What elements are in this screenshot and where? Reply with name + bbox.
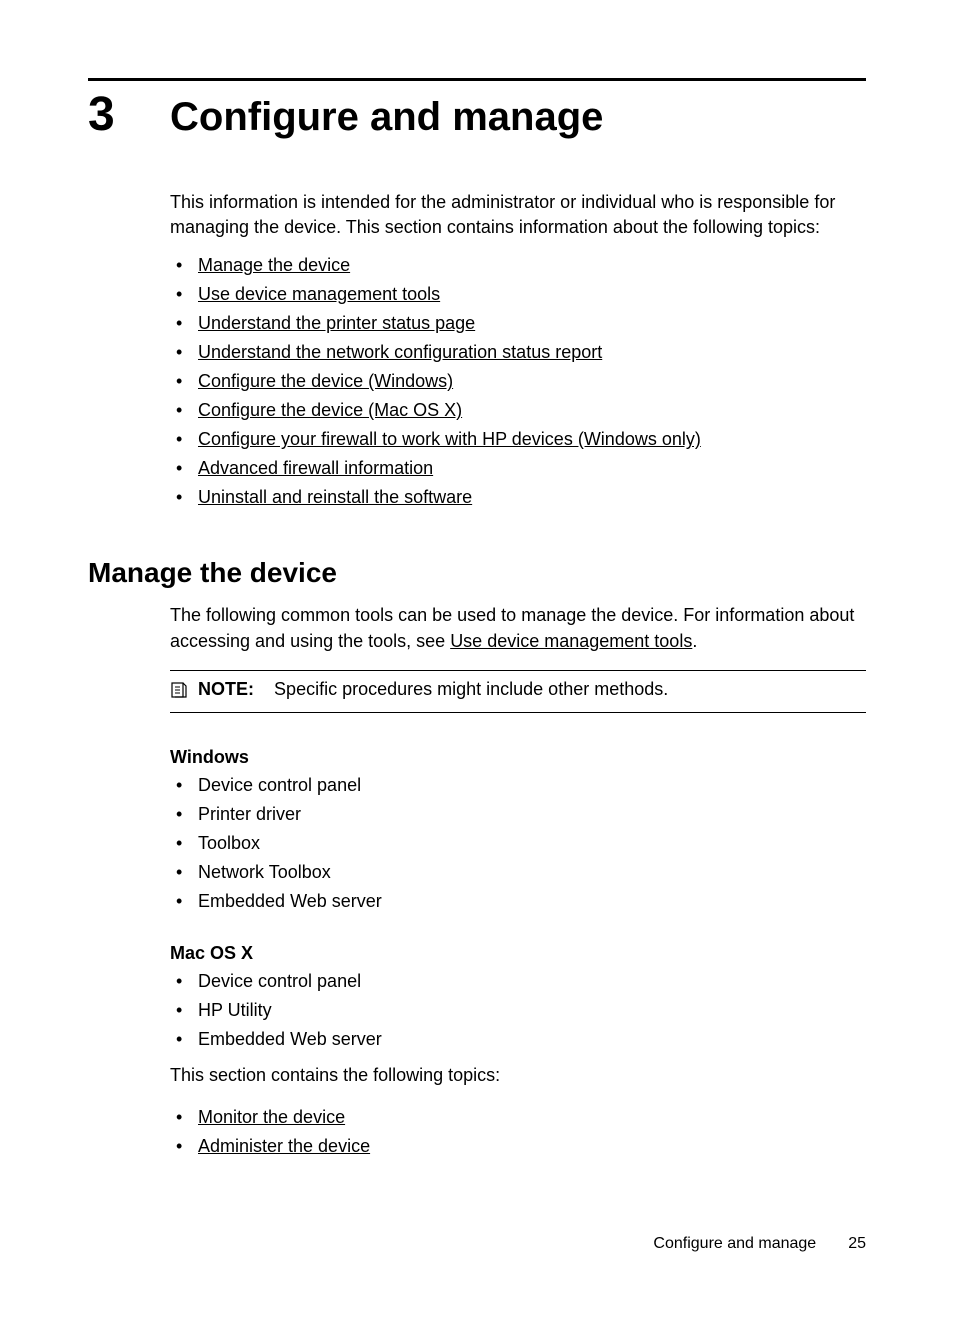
list-item: Configure the device (Mac OS X) — [170, 397, 866, 424]
section-topics-list: Monitor the device Administer the device — [170, 1104, 866, 1160]
list-item: Uninstall and reinstall the software — [170, 484, 866, 511]
list-item: Understand the network configuration sta… — [170, 339, 866, 366]
topic-link-administer[interactable]: Administer the device — [198, 1136, 370, 1156]
list-item: Configure the device (Windows) — [170, 368, 866, 395]
footer-label: Configure and manage — [653, 1235, 816, 1253]
chapter-body: This information is intended for the adm… — [170, 190, 866, 511]
topics-intro: This section contains the following topi… — [170, 1063, 866, 1088]
chapter-title: Configure and manage — [170, 95, 603, 140]
chapter-intro: This information is intended for the adm… — [170, 190, 866, 240]
list-item: Printer driver — [170, 801, 866, 828]
page-footer: Configure and manage 25 — [653, 1235, 866, 1253]
chapter-toc: Manage the device Use device management … — [170, 252, 866, 511]
note-content: NOTE: Specific procedures might include … — [198, 679, 668, 700]
list-item: Understand the printer status page — [170, 310, 866, 337]
list-item: Configure your firewall to work with HP … — [170, 426, 866, 453]
chapter-header: 3 Configure and manage — [88, 87, 866, 142]
list-item: Embedded Web server — [170, 1026, 866, 1053]
chapter-rule — [88, 78, 866, 81]
toc-link-uninstall[interactable]: Uninstall and reinstall the software — [198, 487, 472, 507]
list-item: Device control panel — [170, 968, 866, 995]
toc-link-firewall[interactable]: Configure your firewall to work with HP … — [198, 429, 701, 449]
inline-link-use-tools[interactable]: Use device management tools — [450, 631, 692, 651]
toc-link-configure-mac[interactable]: Configure the device (Mac OS X) — [198, 400, 462, 420]
note-icon — [170, 681, 188, 704]
chapter-number: 3 — [88, 87, 170, 142]
subheading-windows: Windows — [170, 747, 866, 768]
toc-link-manage-device[interactable]: Manage the device — [198, 255, 350, 275]
note-text: Specific procedures might include other … — [274, 679, 668, 699]
section-intro-post: . — [692, 631, 697, 651]
toc-link-advanced-firewall[interactable]: Advanced firewall information — [198, 458, 433, 478]
section-heading-manage-device: Manage the device — [88, 557, 866, 589]
list-item: Network Toolbox — [170, 859, 866, 886]
page-number: 25 — [848, 1235, 866, 1253]
list-item: Monitor the device — [170, 1104, 866, 1131]
section-body: The following common tools can be used t… — [170, 603, 866, 1160]
list-item: Embedded Web server — [170, 888, 866, 915]
list-item: Use device management tools — [170, 281, 866, 308]
toc-link-use-tools[interactable]: Use device management tools — [198, 284, 440, 304]
windows-tools-list: Device control panel Printer driver Tool… — [170, 772, 866, 915]
mac-tools-list: Device control panel HP Utility Embedded… — [170, 968, 866, 1053]
toc-link-network-config[interactable]: Understand the network configuration sta… — [198, 342, 602, 362]
list-item: HP Utility — [170, 997, 866, 1024]
list-item: Advanced firewall information — [170, 455, 866, 482]
document-page: 3 Configure and manage This information … — [0, 0, 954, 1160]
subheading-mac: Mac OS X — [170, 943, 866, 964]
section-intro: The following common tools can be used t… — [170, 603, 866, 653]
note-box: NOTE: Specific procedures might include … — [170, 670, 866, 713]
list-item: Administer the device — [170, 1133, 866, 1160]
topic-link-monitor[interactable]: Monitor the device — [198, 1107, 345, 1127]
list-item: Toolbox — [170, 830, 866, 857]
toc-link-configure-windows[interactable]: Configure the device (Windows) — [198, 371, 453, 391]
note-label: NOTE: — [198, 679, 254, 699]
toc-link-printer-status[interactable]: Understand the printer status page — [198, 313, 475, 333]
list-item: Device control panel — [170, 772, 866, 799]
list-item: Manage the device — [170, 252, 866, 279]
